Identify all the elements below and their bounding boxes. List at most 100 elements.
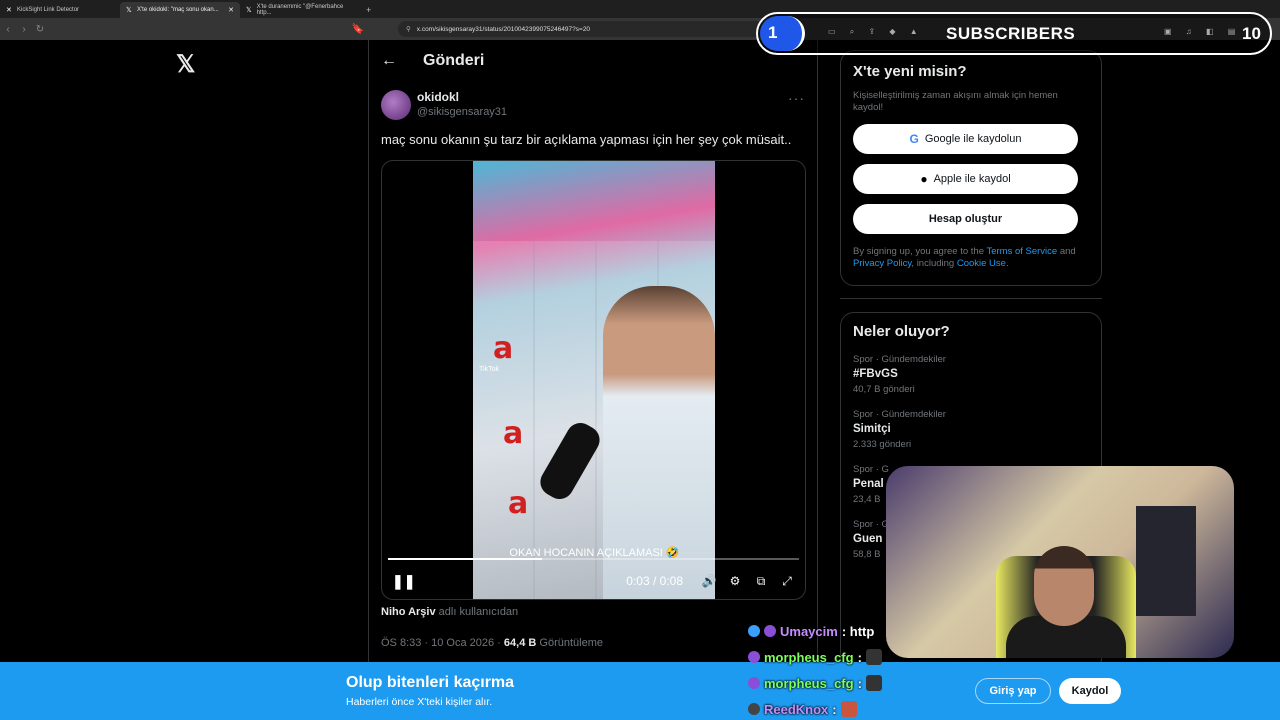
subscriber-goal-overlay: 1 ▭ ⌕ ⇪ ◆ ▲ SUBSCRIBERS ▣ ♫ ◧ ▤ 10	[756, 12, 1272, 55]
source-suffix: adlı kullanıcıdan	[438, 606, 519, 618]
cookie-link[interactable]: Cookie Use.	[957, 258, 1009, 269]
trend-name: Simitçi	[853, 423, 891, 435]
trend-count: 40,7 B gönderi	[853, 384, 915, 395]
tab-x-post[interactable]: 𝕏 X'te okidokl: "maç sonu okan... ✕	[120, 2, 240, 18]
close-tab-icon[interactable]: ✕	[228, 6, 234, 14]
subs-target-count: 10	[1242, 24, 1261, 43]
trend-item[interactable]: Spor · Gündemdekiler #FBvGS 40,7 B gönde…	[853, 354, 1089, 395]
post-text: maç sonu okanın şu tarz bir açıklama yap…	[381, 132, 792, 147]
url-text: x.com/sikisgensaray31/status/20100423990…	[416, 25, 591, 33]
google-signup-label: Google ile kaydolun	[924, 133, 1022, 145]
video-time: 0:03 / 0:08	[626, 574, 683, 588]
chat-badge-icon	[764, 625, 776, 637]
apple-icon: ●	[920, 172, 928, 186]
divider	[840, 298, 1102, 299]
trend-count: 2.333 gönderi	[853, 439, 912, 450]
tab-label: KickSight Link Detector	[17, 7, 80, 13]
forward-nav-icon[interactable]: ›	[16, 24, 32, 35]
post-meta: ÖS 8:33 · 10 Oca 2026 · 64,4 B Görüntüle…	[381, 637, 603, 649]
x-logo-icon[interactable]: 𝕏	[176, 50, 195, 79]
webcam-window-figure	[1136, 506, 1196, 616]
page-title: Gönderi	[423, 52, 485, 69]
site-info-icon[interactable]: ⚲	[406, 25, 411, 33]
subs-goal-badge	[760, 16, 805, 51]
login-button[interactable]: Giriş yap	[975, 678, 1051, 704]
chat-username: ReedKnox	[764, 701, 829, 717]
back-nav-icon[interactable]: ‹	[0, 24, 16, 35]
chat-line: morpheus_cfg :	[748, 670, 888, 696]
apple-signup-button[interactable]: ● Apple ile kaydol	[853, 164, 1078, 194]
subs-current-count: 1	[768, 23, 778, 42]
atv-logo-icon: a	[493, 331, 514, 366]
banner-subtitle: Haberleri önce X'teki kişiler alır.	[346, 696, 493, 708]
chat-message: :	[857, 649, 862, 665]
chat-message: :	[857, 675, 862, 691]
new-tab-button[interactable]: +	[360, 2, 377, 18]
google-signup-button[interactable]: G Google ile kaydolun	[853, 124, 1078, 154]
tab-kicksight[interactable]: ✕ KickSight Link Detector	[0, 2, 120, 18]
chat-username: Umaycim	[780, 623, 838, 639]
address-bar[interactable]: ⚲ x.com/sikisgensaray31/status/201004239…	[398, 21, 798, 37]
banner-title: Olup bitenleri kaçırma	[346, 674, 515, 691]
chat-emote-icon	[840, 701, 857, 717]
apple-signup-label: Apple ile kaydol	[933, 173, 1011, 185]
back-arrow-icon[interactable]: ←	[381, 52, 397, 70]
subs-label: SUBSCRIBERS	[946, 24, 1076, 43]
chat-username: morpheus_cfg	[764, 649, 854, 665]
video-controls: ❚❚ 0:03 / 0:08 🔊 ⚙ ⧉ ⤢	[382, 569, 805, 593]
privacy-link[interactable]: Privacy Policy	[853, 258, 911, 269]
fullscreen-icon[interactable]: ⤢	[777, 574, 797, 589]
more-options-icon[interactable]: ···	[788, 90, 805, 106]
video-progress-bar[interactable]	[388, 558, 799, 560]
video-frame[interactable]: a a a a TikTok	[473, 161, 715, 599]
view-count: 64,4 B	[503, 637, 537, 649]
reload-icon[interactable]: ↻	[32, 24, 48, 35]
pause-icon[interactable]: ❚❚	[392, 573, 415, 590]
kicksight-favicon-icon: ✕	[6, 6, 12, 14]
avatar[interactable]	[381, 90, 411, 120]
x-favicon-icon: 𝕏	[126, 6, 132, 14]
chat-username: morpheus_cfg	[764, 675, 854, 691]
x-favicon-icon: 𝕏	[246, 6, 252, 14]
terms-link[interactable]: Terms of Service	[986, 246, 1057, 257]
chat-message: : http	[841, 623, 875, 639]
post-author: okidokl @sikisgensaray31 ···	[369, 82, 817, 120]
browser-menu-icons: ▣ ♫ ◧ ▤	[1164, 27, 1242, 36]
tab-x-other[interactable]: 𝕏 X'te duranemmic "@Fenerbahce http...	[240, 2, 360, 18]
chat-overlay: Umaycim : http morpheus_cfg : morpheus_c…	[748, 618, 888, 720]
tab-label: X'te okidokl: "maç sonu okan...	[137, 7, 219, 13]
volume-icon[interactable]: 🔊	[699, 574, 719, 588]
view-label: Görüntüleme	[539, 637, 603, 649]
ahaber-logo-icon: a	[503, 416, 524, 451]
chat-emote-icon	[865, 649, 882, 665]
chat-line: morpheus_cfg :	[748, 644, 888, 670]
pip-icon[interactable]: ⧉	[751, 574, 771, 589]
trend-item[interactable]: Spor · Gündemdekiler Simitçi 2.333 gönde…	[853, 409, 1089, 450]
post-timestamp[interactable]: ÖS 8:33 · 10 Oca 2026 ·	[381, 637, 501, 649]
chat-badge-icon	[748, 703, 760, 715]
settings-gear-icon[interactable]: ⚙	[725, 574, 745, 588]
signup-subtitle: Kişiselleştirilmiş zaman akışını almak i…	[853, 90, 1058, 113]
atv-logo-icon: a	[508, 486, 529, 521]
chat-message: :	[832, 701, 837, 717]
google-icon: G	[909, 132, 919, 146]
video-source: Niho Arşiv adlı kullanıcıdan	[381, 606, 518, 618]
chat-badge-icon	[748, 625, 760, 637]
create-account-button[interactable]: Hesap oluştur	[853, 204, 1078, 234]
browser-extension-icons: ▭ ⌕ ⇪ ◆ ▲	[828, 27, 924, 36]
chat-emote-icon	[865, 675, 882, 691]
login-banner: Olup bitenleri kaçırma Haberleri önce X'…	[0, 662, 1280, 720]
video-progress-fill	[388, 558, 543, 560]
signup-card: X'te yeni misin? Kişiselleştirilmiş zama…	[840, 50, 1102, 286]
source-name[interactable]: Niho Arşiv	[381, 606, 436, 618]
tiktok-watermark: TikTok	[479, 366, 499, 373]
signup-button[interactable]: Kaydol	[1059, 678, 1121, 704]
bookmark-icon[interactable]: 🔖	[350, 24, 366, 35]
author-handle[interactable]: @sikisgensaray31	[417, 106, 507, 118]
trend-category: Spor · Gündemdekiler	[853, 354, 946, 365]
trend-name: #FBvGS	[853, 368, 898, 380]
author-display-name[interactable]: okidokl	[417, 90, 507, 104]
video-player[interactable]: a a a a TikTok OKAN HOCANIN AÇIKLAMASI 🤣…	[381, 160, 806, 600]
terms-including: , including	[911, 258, 955, 269]
webcam-head-figure	[1034, 546, 1094, 626]
